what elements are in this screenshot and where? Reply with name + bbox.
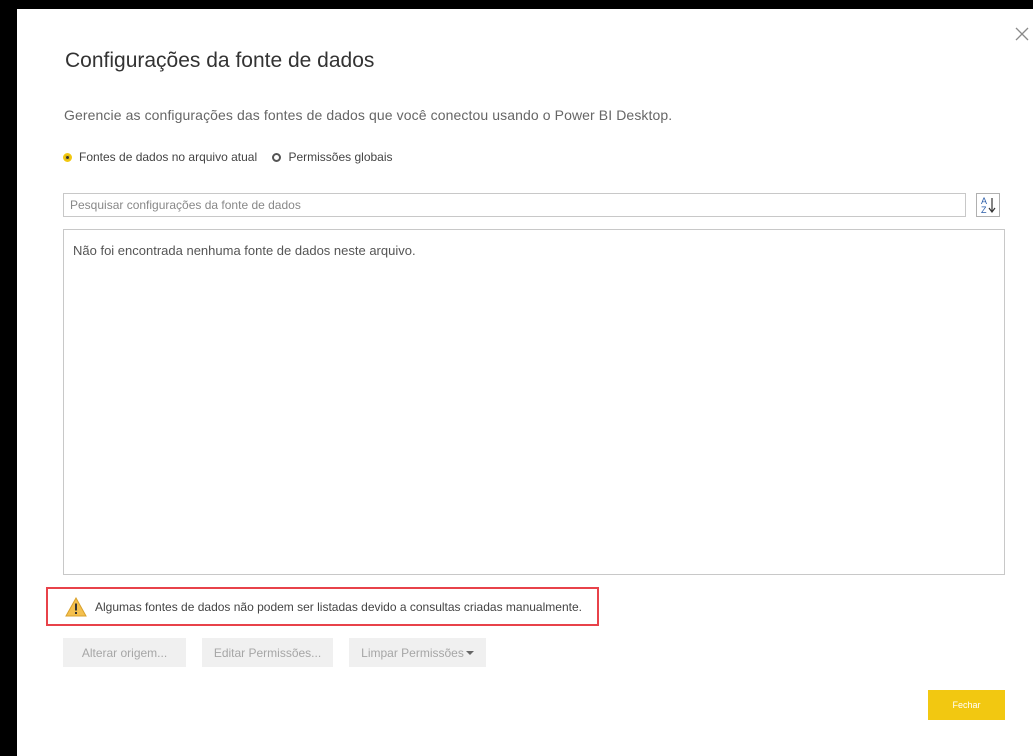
svg-text:Z: Z xyxy=(981,205,987,215)
edit-permissions-button[interactable]: Editar Permissões... xyxy=(202,638,333,667)
warning-message: Algumas fontes de dados não podem ser li… xyxy=(65,597,582,617)
radio-unchecked-icon xyxy=(272,152,282,162)
radio-checked-icon xyxy=(63,152,72,162)
empty-list-message: Não foi encontrada nenhuma fonte de dado… xyxy=(73,243,416,258)
clear-permissions-label: Limpar Permissões xyxy=(361,645,464,660)
sort-az-icon: A Z xyxy=(981,196,996,215)
radio-global-permissions[interactable]: Permissões globais xyxy=(272,150,393,164)
close-button[interactable]: Fechar xyxy=(928,690,1005,720)
close-icon[interactable] xyxy=(1013,25,1031,43)
data-source-settings-dialog: Configurações da fonte de dados Gerencie… xyxy=(17,9,1033,756)
warning-icon xyxy=(65,597,87,617)
data-source-list[interactable]: Não foi encontrada nenhuma fonte de dado… xyxy=(63,229,1005,575)
dialog-subtitle: Gerencie as configurações das fontes de … xyxy=(64,107,673,123)
sort-az-button[interactable]: A Z xyxy=(976,193,1000,217)
warning-text: Algumas fontes de dados não podem ser li… xyxy=(95,600,582,614)
radio-current-file-label: Fontes de dados no arquivo atual xyxy=(79,150,258,164)
dialog-title: Configurações da fonte de dados xyxy=(65,49,375,72)
radio-global-permissions-label: Permissões globais xyxy=(288,150,393,164)
radio-current-file[interactable]: Fontes de dados no arquivo atual xyxy=(63,150,257,164)
clear-permissions-button[interactable]: Limpar Permissões xyxy=(349,638,486,667)
change-source-button[interactable]: Alterar origem... xyxy=(63,638,186,667)
search-input[interactable] xyxy=(63,193,966,217)
chevron-down-icon xyxy=(465,651,474,655)
scope-radio-group: Fontes de dados no arquivo atual Permiss… xyxy=(63,150,405,165)
